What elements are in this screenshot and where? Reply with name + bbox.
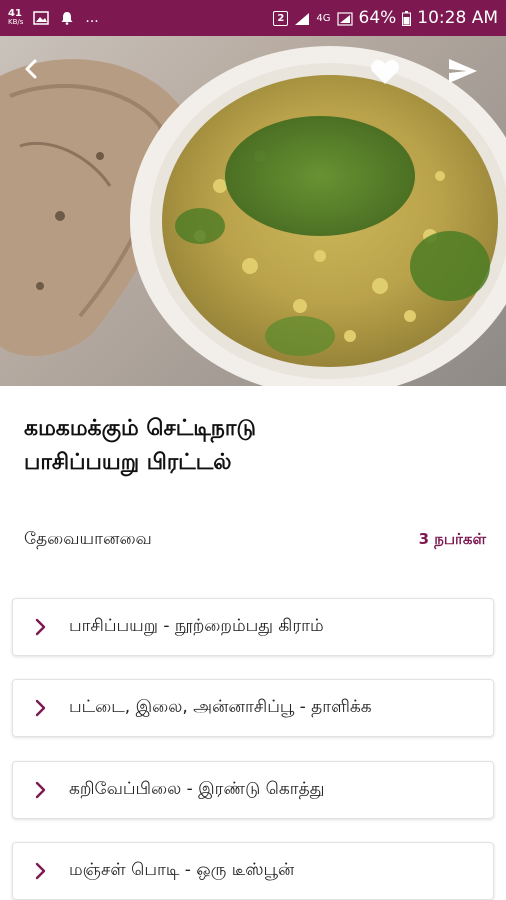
requirements-row: தேவையானவை 3 நபர்கள் bbox=[24, 526, 486, 554]
chevron-right-icon bbox=[13, 781, 69, 799]
battery-icon bbox=[402, 11, 412, 26]
requirements-label: தேவையானவை bbox=[24, 529, 152, 549]
ingredient-item[interactable]: கறிவேப்பிலை - இரண்டு கொத்து bbox=[12, 761, 494, 819]
recipe-title-line-1: கமகமக்கும் செட்டிநாடு bbox=[24, 416, 256, 441]
signal-icon bbox=[294, 11, 310, 25]
ingredient-item[interactable]: பட்டை, இலை, அன்னாசிப்பூ - தாளிக்க bbox=[12, 679, 494, 737]
ingredient-text: கறிவேப்பிலை - இரண்டு கொத்து bbox=[69, 779, 325, 799]
gallery-icon bbox=[33, 11, 50, 25]
recipe-hero-image bbox=[0, 36, 506, 386]
ingredient-text: பாசிப்பயறு - நூற்றைம்பது கிராம் bbox=[69, 616, 324, 636]
ingredient-item[interactable]: பாசிப்பயறு - நூற்றைம்பது கிராம் bbox=[12, 598, 494, 656]
signal-strength-icon bbox=[336, 11, 353, 26]
clock-time: 10:28 AM bbox=[417, 8, 498, 28]
back-button[interactable] bbox=[20, 58, 56, 94]
more-notifications-dots: ... bbox=[85, 10, 99, 26]
notification-bell-icon bbox=[59, 11, 75, 25]
battery-percent: 64% bbox=[358, 8, 397, 28]
status-right: 2 4G 64% 10:28 AM bbox=[273, 8, 498, 28]
chevron-right-icon bbox=[13, 862, 69, 880]
favorite-button[interactable] bbox=[370, 58, 406, 94]
status-bar: 41 KB/s ... 2 4G 64% 10:28 AM bbox=[0, 0, 506, 36]
status-left: 41 KB/s ... bbox=[8, 9, 99, 27]
network-speed-value: 41 bbox=[8, 8, 22, 19]
network-speed-unit: KB/s bbox=[8, 18, 24, 26]
servings-count[interactable]: 3 நபர்கள் bbox=[419, 530, 486, 550]
recipe-title-line-2: பாசிப்பயறு பிரட்டல் bbox=[24, 450, 232, 475]
recipe-title: கமகமக்கும் செட்டிநாடு பாசிப்பயறு பிரட்டல… bbox=[24, 412, 484, 480]
ingredient-text: மஞ்சள் பொடி - ஒரு டீஸ்பூன் bbox=[69, 860, 295, 880]
recipe-photo bbox=[0, 46, 506, 386]
network-type: 4G bbox=[316, 12, 331, 24]
chevron-right-icon bbox=[13, 618, 69, 636]
ingredient-item[interactable]: மஞ்சள் பொடி - ஒரு டீஸ்பூன் bbox=[12, 842, 494, 900]
share-button[interactable] bbox=[448, 58, 484, 94]
sim-badge-icon: 2 bbox=[273, 10, 289, 26]
ingredient-text: பட்டை, இலை, அன்னாசிப்பூ - தாளிக்க bbox=[69, 697, 372, 717]
network-speed: 41 KB/s bbox=[8, 9, 23, 27]
chevron-right-icon bbox=[13, 699, 69, 717]
sim-badge-number: 2 bbox=[277, 12, 285, 24]
